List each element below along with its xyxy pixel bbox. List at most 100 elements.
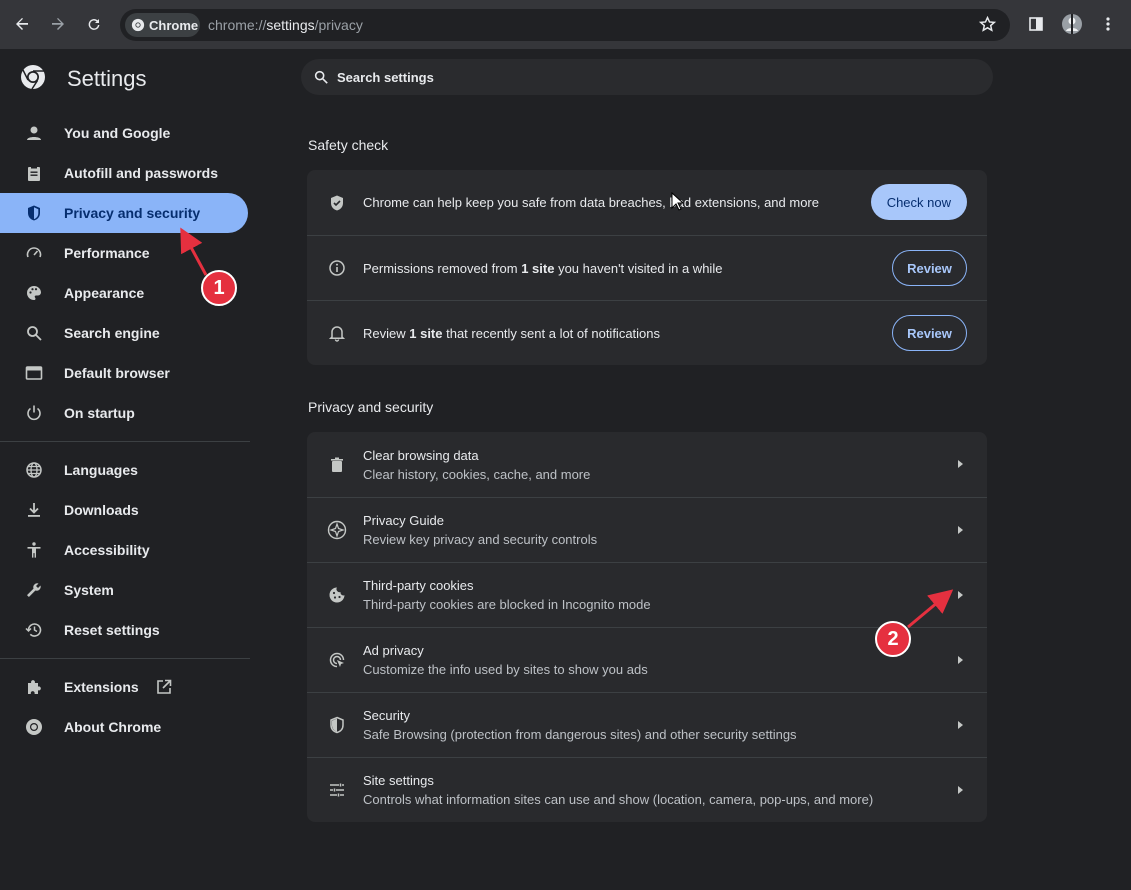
sidebar-item-search-engine[interactable]: Search engine	[0, 313, 248, 353]
omnibox[interactable]: Chrome chrome://settings/privacy	[120, 9, 1010, 41]
permissions-text-pre: Permissions removed from	[363, 260, 522, 276]
notifications-text-post: that recently sent a lot of notification…	[442, 325, 661, 341]
arrow-right-icon	[958, 656, 963, 664]
arrow-right-icon	[958, 526, 963, 534]
safety-check-title: Safety check	[308, 137, 389, 153]
sidebar-item-reset-settings[interactable]: Reset settings	[0, 610, 248, 650]
sidebar-item-about-chrome[interactable]: About Chrome	[0, 707, 248, 747]
chrome-icon	[131, 18, 145, 32]
sidebar-item-you-and-google[interactable]: You and Google	[0, 113, 248, 153]
history-icon	[24, 620, 44, 640]
row-title: Ad privacy	[363, 643, 424, 658]
speedometer-icon	[24, 243, 44, 263]
privacy-guide-row[interactable]: Privacy Guide Review key privacy and sec…	[307, 497, 987, 562]
annotation-badge-2: 2	[875, 621, 911, 657]
sidebar-item-label: Privacy and security	[64, 205, 201, 221]
sidebar-item-label: On startup	[64, 405, 135, 421]
row-subtitle: Third-party cookies are blocked in Incog…	[363, 597, 651, 612]
row-title: Site settings	[363, 773, 434, 788]
review-notifications-button[interactable]: Review	[892, 315, 967, 351]
chrome-logo	[20, 64, 46, 90]
download-icon	[24, 500, 44, 520]
row-title: Third-party cookies	[363, 578, 474, 593]
sidebar-item-label: Downloads	[64, 502, 139, 518]
arrow-right-icon	[958, 786, 963, 794]
privacy-section-title: Privacy and security	[308, 399, 434, 415]
search-icon	[314, 70, 328, 84]
ad-privacy-icon	[327, 650, 347, 670]
row-text: Site settings Controls what information …	[363, 773, 873, 807]
bookmark-star-button[interactable]	[978, 15, 997, 38]
safety-check-card: Chrome can help keep you safe from data …	[307, 170, 987, 365]
chrome-chip[interactable]: Chrome	[125, 13, 200, 37]
notifications-row: Review 1 site that recently sent a lot o…	[307, 300, 987, 365]
row-subtitle: Review key privacy and security controls	[363, 532, 598, 547]
sidebar-item-label: Performance	[64, 245, 150, 261]
external-link-icon	[155, 678, 173, 696]
bell-icon	[327, 323, 347, 343]
sidebar-item-extensions[interactable]: Extensions	[0, 667, 248, 707]
sidebar-item-label: Extensions	[64, 679, 139, 695]
sidebar-item-label: Default browser	[64, 365, 170, 381]
menu-button[interactable]	[1094, 10, 1122, 38]
power-icon	[24, 403, 44, 423]
search-icon	[24, 323, 44, 343]
row-subtitle: Safe Browsing (protection from dangerous…	[363, 727, 797, 742]
sidebar-item-accessibility[interactable]: Accessibility	[0, 530, 248, 570]
shield-check-icon	[327, 193, 347, 213]
safety-check-text: Chrome can help keep you safe from data …	[363, 195, 819, 210]
reload-button[interactable]	[80, 10, 108, 38]
side-panel-icon	[1029, 17, 1043, 31]
permissions-row: Permissions removed from 1 site you have…	[307, 235, 987, 300]
sidebar-item-label: Appearance	[64, 285, 145, 301]
search-settings-input[interactable]: Search settings	[301, 59, 993, 95]
star-icon	[978, 15, 997, 32]
search-placeholder: Search settings	[337, 69, 434, 85]
sidebar-item-label: You and Google	[64, 125, 171, 141]
check-now-button[interactable]: Check now	[870, 184, 967, 220]
sidebar-item-label: Reset settings	[64, 622, 160, 638]
sidebar-item-label: System	[64, 582, 114, 598]
back-button[interactable]	[8, 10, 36, 38]
sidebar-item-label: Accessibility	[64, 542, 150, 558]
reload-icon	[88, 19, 100, 30]
sidebar-item-system[interactable]: System	[0, 570, 248, 610]
row-text: Clear browsing data Clear history, cooki…	[363, 448, 590, 482]
arrow-right-icon	[52, 18, 64, 30]
sidebar-item-privacy-and-security[interactable]: Privacy and security	[0, 193, 248, 233]
sidebar-item-default-browser[interactable]: Default browser	[0, 353, 248, 393]
sidebar-item-performance[interactable]: Performance	[0, 233, 248, 273]
site-settings-row[interactable]: Site settings Controls what information …	[307, 757, 987, 822]
arrow-right-icon	[958, 591, 963, 599]
notifications-text-pre: Review	[363, 325, 410, 341]
accessibility-icon	[24, 540, 44, 560]
url-text[interactable]: chrome://settings/privacy	[208, 17, 363, 33]
sidebar-item-autofill[interactable]: Autofill and passwords	[0, 153, 248, 193]
row-title: Privacy Guide	[363, 513, 444, 528]
side-panel-button[interactable]	[1022, 10, 1050, 38]
row-text: Third-party cookies Third-party cookies …	[363, 578, 651, 612]
arrow-right-icon	[958, 460, 963, 468]
url-host: settings	[266, 17, 315, 33]
globe-icon	[24, 460, 44, 480]
row-text: Privacy Guide Review key privacy and sec…	[363, 513, 597, 547]
sidebar-item-label: About Chrome	[64, 719, 162, 735]
row-text: Security Safe Browsing (protection from …	[363, 708, 797, 742]
sidebar-item-on-startup[interactable]: On startup	[0, 393, 248, 433]
row-subtitle: Clear history, cookies, cache, and more	[363, 466, 591, 482]
person-icon	[24, 123, 44, 143]
clear-browsing-data-row[interactable]: Clear browsing data Clear history, cooki…	[307, 432, 987, 497]
profile-button[interactable]	[1058, 10, 1086, 38]
avatar-icon	[1062, 14, 1082, 34]
third-party-cookies-row[interactable]: Third-party cookies Third-party cookies …	[307, 562, 987, 627]
security-row[interactable]: Security Safe Browsing (protection from …	[307, 692, 987, 757]
sidebar-item-languages[interactable]: Languages	[0, 450, 248, 490]
sidebar-item-label: Autofill and passwords	[64, 165, 219, 181]
more-vert-icon	[1106, 17, 1110, 31]
url-path: /privacy	[314, 17, 363, 33]
clipboard-icon	[24, 163, 44, 183]
sidebar-item-downloads[interactable]: Downloads	[0, 490, 248, 530]
row-title: Clear browsing data	[363, 447, 479, 463]
review-permissions-button[interactable]: Review	[892, 250, 967, 286]
forward-button[interactable]	[44, 10, 72, 38]
